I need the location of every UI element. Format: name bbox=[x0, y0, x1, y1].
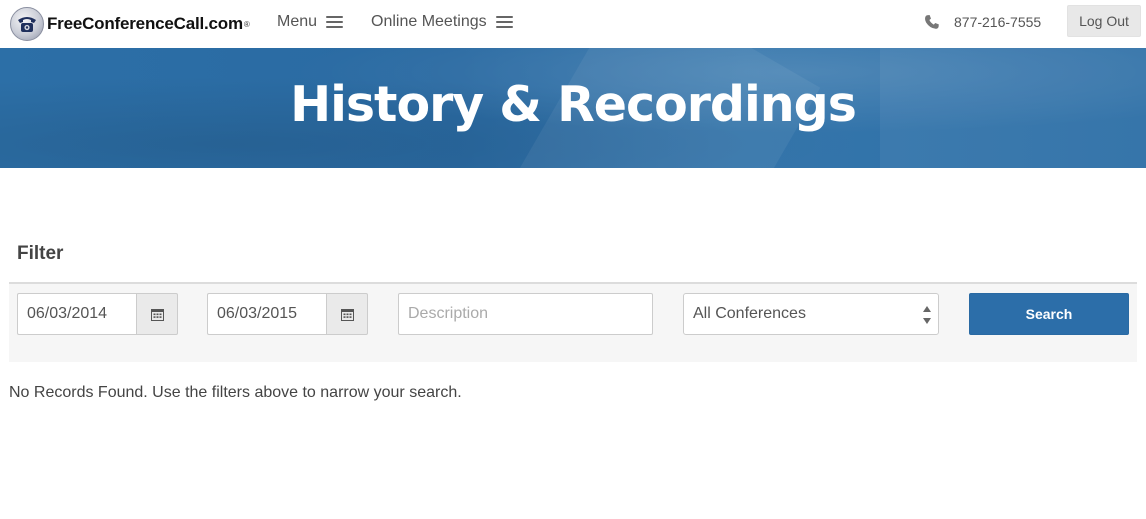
logout-button[interactable]: Log Out bbox=[1067, 5, 1141, 37]
nav-menu[interactable]: Menu bbox=[277, 0, 344, 44]
start-date-calendar-button[interactable] bbox=[136, 293, 178, 335]
page-title: History & Recordings bbox=[290, 76, 857, 133]
end-date-input[interactable]: 06/03/2015 bbox=[207, 293, 326, 335]
no-records-message: No Records Found. Use the filters above … bbox=[9, 384, 462, 401]
start-date-input[interactable]: 06/03/2014 bbox=[17, 293, 136, 335]
start-date-group: 06/03/2014 bbox=[17, 293, 178, 335]
hero-banner: History & Recordings bbox=[0, 48, 1146, 168]
phone-link[interactable]: 877-216-7555 bbox=[924, 0, 1041, 44]
end-date-group: 06/03/2015 bbox=[207, 293, 368, 335]
filter-heading: Filter bbox=[17, 243, 64, 264]
logo-phone-icon bbox=[10, 7, 44, 41]
conference-select[interactable]: All Conferences bbox=[683, 293, 939, 335]
logo[interactable]: FreeConferenceCall.com ® bbox=[10, 4, 250, 44]
calendar-icon bbox=[150, 308, 164, 321]
description-input[interactable] bbox=[398, 293, 653, 335]
end-date-calendar-button[interactable] bbox=[326, 293, 368, 335]
phone-number: 877-216-7555 bbox=[954, 14, 1042, 30]
select-arrows-icon bbox=[923, 306, 931, 324]
search-button[interactable]: Search bbox=[969, 293, 1129, 335]
hamburger-icon bbox=[326, 16, 344, 28]
phone-icon bbox=[925, 15, 939, 29]
nav-online-meetings[interactable]: Online Meetings bbox=[371, 0, 513, 44]
top-nav: FreeConferenceCall.com ® Menu Online Meet… bbox=[0, 0, 1146, 48]
logo-text: FreeConferenceCall.com bbox=[47, 14, 243, 33]
logo-registered-mark: ® bbox=[243, 19, 250, 29]
hamburger-icon bbox=[495, 16, 513, 28]
calendar-icon bbox=[340, 308, 354, 321]
conference-select-value: All Conferences bbox=[693, 305, 806, 322]
nav-online-meetings-label: Online Meetings bbox=[371, 13, 487, 30]
nav-menu-label: Menu bbox=[277, 13, 318, 30]
